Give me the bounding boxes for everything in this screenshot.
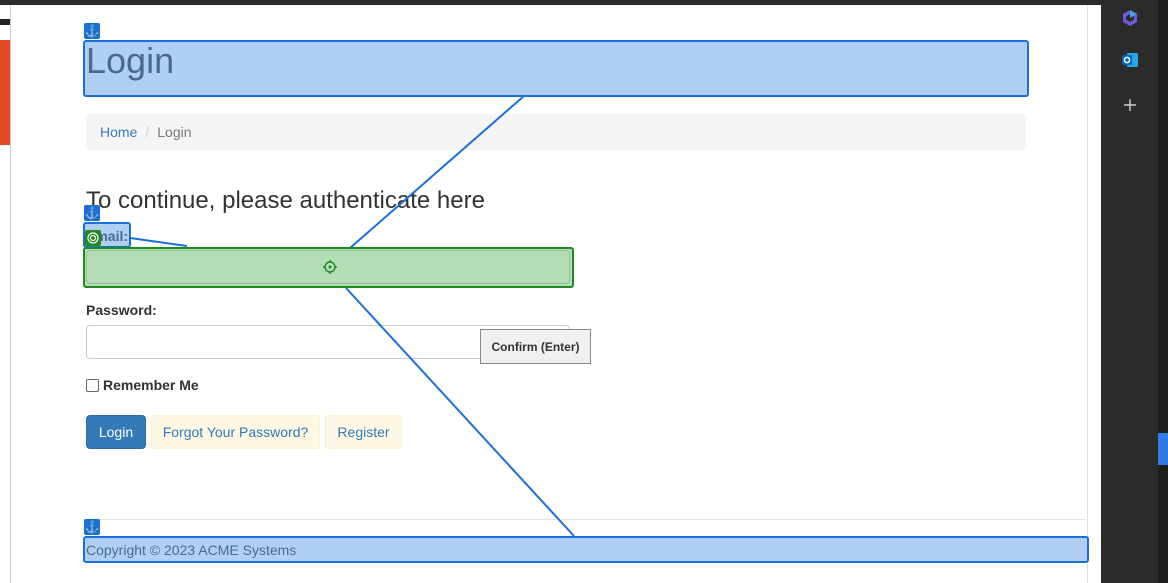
anchor-icon: ⚓	[84, 519, 100, 535]
target-icon	[85, 230, 101, 246]
email-field-overlay-box	[83, 247, 574, 288]
anchor-icon: ⚓	[84, 205, 100, 221]
crosshair-icon	[323, 260, 337, 274]
anchor-icon: ⚓	[84, 23, 100, 39]
footer-overlay-box	[83, 536, 1089, 563]
title-overlay-box	[83, 40, 1029, 97]
